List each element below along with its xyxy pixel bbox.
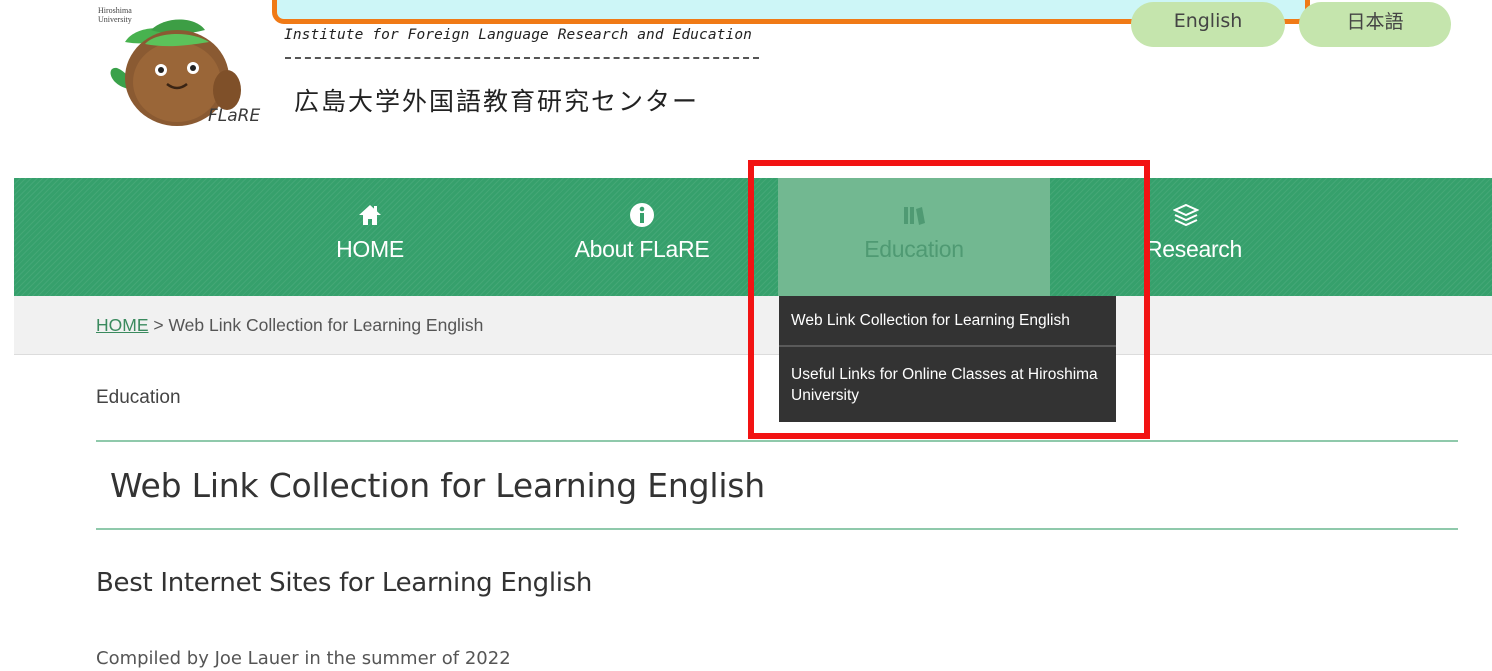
nav-item-about-label: About FLaRE <box>574 236 710 262</box>
dropdown-item-online-classes[interactable]: Useful Links for Online Classes at Hiros… <box>779 347 1116 422</box>
language-english-button[interactable]: English <box>1131 2 1285 47</box>
nav-item-about[interactable]: About FLaRE <box>506 178 778 296</box>
header-divider <box>285 57 759 59</box>
main-nav: HOME About FLaRE Education Research <box>14 178 1492 296</box>
books-icon <box>904 207 925 225</box>
compiled-by-text: Compiled by Joe Lauer in the summer of 2… <box>96 648 511 669</box>
language-japanese-button[interactable]: 日本語 <box>1299 2 1451 47</box>
breadcrumb-home-link[interactable]: HOME <box>96 315 149 335</box>
university-name: Hiroshima University <box>98 6 132 24</box>
nav-item-research[interactable]: Research <box>1050 178 1322 296</box>
nav-item-education[interactable]: Education <box>778 178 1050 296</box>
section-label: Education <box>96 387 181 408</box>
breadcrumb-separator: > <box>148 315 169 335</box>
breadcrumb-current: Web Link Collection for Learning English <box>168 315 484 335</box>
info-icon <box>630 203 654 227</box>
institute-name-english: Institute for Foreign Language Research … <box>284 27 752 43</box>
nav-item-research-label: Research <box>1145 236 1243 262</box>
subheading: Best Internet Sites for Learning English <box>96 568 593 598</box>
home-icon <box>359 205 381 225</box>
nav-item-education-label: Education <box>864 236 964 262</box>
flare-logo-text: FLaRE <box>208 106 261 126</box>
page: Hiroshima University FLaRE Institute for… <box>0 0 1492 671</box>
education-dropdown-menu: Web Link Collection for Learning English… <box>779 296 1116 422</box>
nav-item-home[interactable]: HOME <box>234 178 506 296</box>
breadcrumb: HOME > Web Link Collection for Learning … <box>96 315 483 336</box>
institute-name-japanese: 広島大学外国語教育研究センター <box>294 87 700 116</box>
title-rule-bottom <box>96 528 1458 530</box>
layers-icon <box>1173 203 1199 227</box>
dropdown-item-web-link-collection[interactable]: Web Link Collection for Learning English <box>779 296 1116 347</box>
nav-item-home-label: HOME <box>336 236 404 262</box>
breadcrumb-bar: HOME > Web Link Collection for Learning … <box>14 296 1492 355</box>
title-rule-top <box>96 440 1458 442</box>
page-title: Web Link Collection for Learning English <box>110 466 765 505</box>
